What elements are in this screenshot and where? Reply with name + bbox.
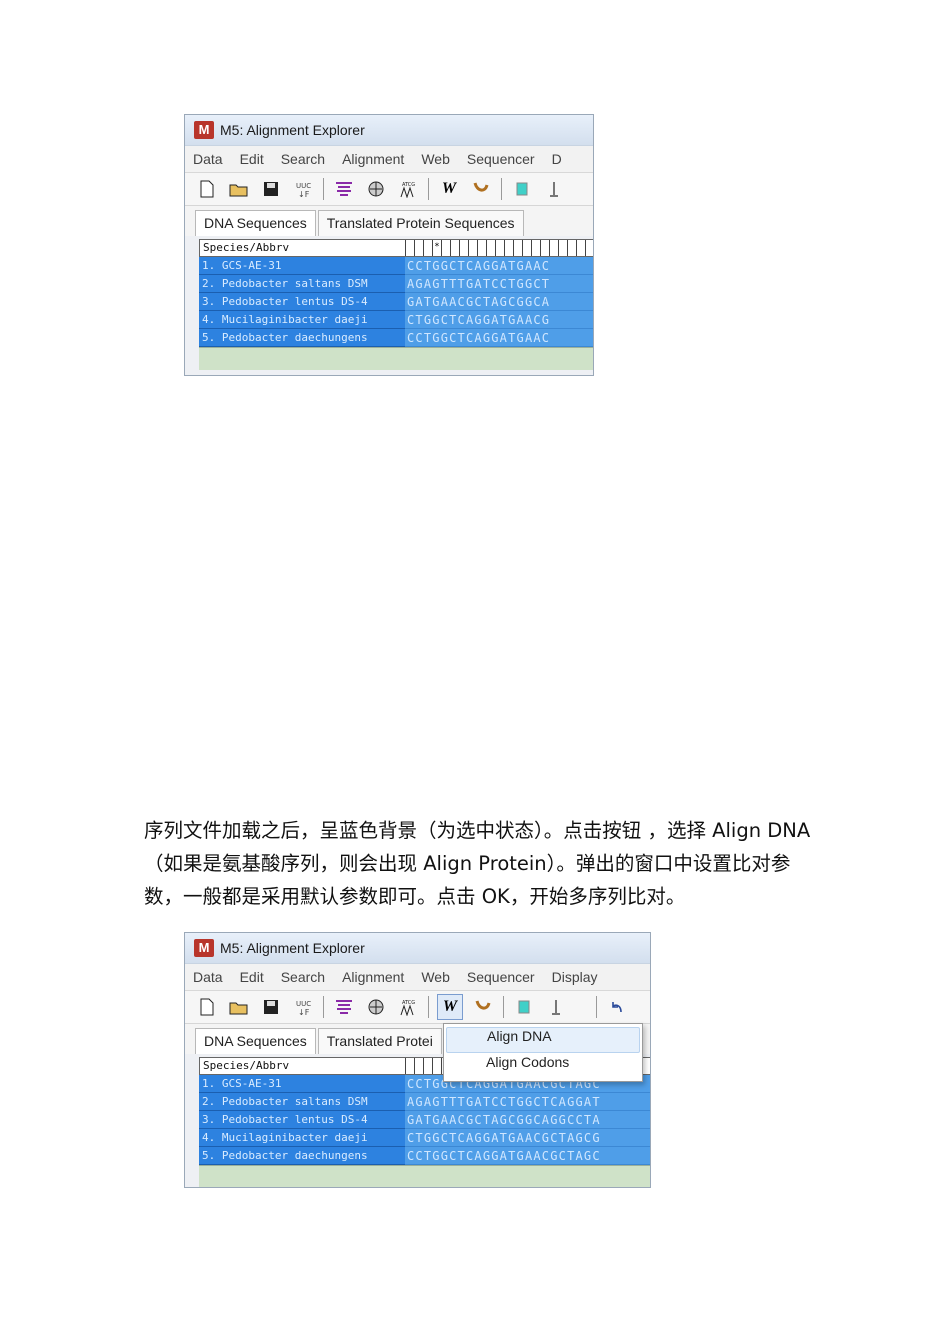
muscle-icon[interactable] bbox=[469, 177, 493, 201]
mega-logo-icon: M bbox=[194, 939, 214, 957]
tab-dna-sequences[interactable]: DNA Sequences bbox=[195, 210, 316, 236]
species-column-header: Species/Abbrv bbox=[200, 1058, 406, 1074]
new-file-icon[interactable] bbox=[195, 177, 219, 201]
alignment-explorer-window-2: M M5: Alignment Explorer Data Edit Searc… bbox=[184, 932, 651, 1188]
sequence-row[interactable]: 2. Pedobacter saltans DSM AGAGTTTGATCCTGG… bbox=[199, 1093, 650, 1111]
insert-gap-icon[interactable] bbox=[542, 177, 566, 201]
tab-translated-protein[interactable]: Translated Protein Sequences bbox=[317, 210, 524, 236]
sequence-row[interactable]: 2. Pedobacter saltans DSM AGAGTTTGATCCTGG… bbox=[199, 275, 593, 293]
sequence-row[interactable]: 4. Mucilaginibacter daeji CTGGCTCAGGATGAA… bbox=[199, 311, 593, 329]
menu-sequencer[interactable]: Sequencer bbox=[467, 151, 535, 167]
sequence-row[interactable]: 5. Pedobacter daechungens CCTGGCTCAGGATGA… bbox=[199, 1147, 650, 1165]
menu-data[interactable]: Data bbox=[193, 151, 223, 167]
toolbar: UUC ↓F ATCG W bbox=[185, 173, 593, 206]
sequencer-icon[interactable]: ATCG bbox=[396, 995, 420, 1019]
menu-web[interactable]: Web bbox=[421, 151, 450, 167]
sequence-row[interactable]: 4. Mucilaginibacter daeji CTGGCTCAGGATGAA… bbox=[199, 1129, 650, 1147]
mark-site-icon[interactable] bbox=[512, 995, 536, 1019]
tab-dna-sequences[interactable]: DNA Sequences bbox=[195, 1028, 316, 1054]
grid-footer bbox=[199, 347, 593, 370]
mega-logo-icon: M bbox=[194, 121, 214, 139]
align-dropdown-menu: Align DNA Align Codons bbox=[443, 1023, 643, 1082]
sequence-grid: Species/Abbrv * 1. GCS-AE-31 CCTGGCTCAGGA… bbox=[199, 239, 593, 370]
align-w-icon[interactable]: W bbox=[437, 994, 463, 1020]
sequence-row[interactable]: 5. Pedobacter daechungens CCTGGCTCAGGATGA… bbox=[199, 329, 593, 347]
web-search-icon[interactable] bbox=[364, 995, 388, 1019]
insert-gap-icon[interactable] bbox=[544, 995, 568, 1019]
sequence-row[interactable]: 3. Pedobacter lentus DS-4 GATGAACGCTAGCGG… bbox=[199, 293, 593, 311]
menu-display[interactable]: Display bbox=[552, 969, 598, 985]
svg-text:↓F: ↓F bbox=[298, 1008, 310, 1016]
new-file-icon[interactable] bbox=[195, 995, 219, 1019]
toolbar: UUC ↓F ATCG W bbox=[185, 991, 650, 1024]
menu-web[interactable]: Web bbox=[421, 969, 450, 985]
mark-site-icon[interactable] bbox=[510, 177, 534, 201]
species-column-header: Species/Abbrv bbox=[200, 240, 406, 256]
open-folder-icon[interactable] bbox=[227, 995, 251, 1019]
menu-edit[interactable]: Edit bbox=[240, 969, 264, 985]
grid-footer bbox=[199, 1165, 650, 1187]
align-lines-icon[interactable] bbox=[332, 177, 356, 201]
conserved-marker: * bbox=[433, 240, 442, 256]
translate-icon[interactable]: UUC ↓F bbox=[291, 177, 315, 201]
title-bar: M M5: Alignment Explorer bbox=[185, 115, 593, 146]
menu-alignment[interactable]: Alignment bbox=[342, 151, 404, 167]
tab-translated-protein[interactable]: Translated Protei bbox=[317, 1028, 442, 1054]
muscle-icon[interactable] bbox=[471, 995, 495, 1019]
alignment-explorer-window-1: M M5: Alignment Explorer Data Edit Searc… bbox=[184, 114, 594, 376]
save-icon[interactable] bbox=[259, 995, 283, 1019]
menu-bar: Data Edit Search Alignment Web Sequencer… bbox=[185, 964, 650, 991]
menu-edit[interactable]: Edit bbox=[240, 151, 264, 167]
menu-align-dna[interactable]: Align DNA bbox=[446, 1027, 640, 1053]
sequence-row[interactable]: 1. GCS-AE-31 CCTGGCTCAGGATGAAC bbox=[199, 257, 593, 275]
menu-sequencer[interactable]: Sequencer bbox=[467, 969, 535, 985]
instruction-paragraph: 序列文件加载之后，呈蓝色背景（为选中状态）。点击按钮 ，选择 Align DNA… bbox=[144, 819, 811, 908]
svg-text:UUC: UUC bbox=[296, 182, 311, 190]
window-title: M5: Alignment Explorer bbox=[220, 122, 365, 138]
svg-text:UUC: UUC bbox=[296, 1000, 311, 1008]
menu-bar: Data Edit Search Alignment Web Sequencer… bbox=[185, 146, 593, 173]
menu-data[interactable]: Data bbox=[193, 969, 223, 985]
menu-alignment[interactable]: Alignment bbox=[342, 969, 404, 985]
grid-header: Species/Abbrv * bbox=[199, 239, 593, 257]
tab-bar: DNA Sequences Translated Protein Sequenc… bbox=[185, 206, 593, 236]
translate-icon[interactable]: UUC ↓F bbox=[291, 995, 315, 1019]
sequencer-icon[interactable]: ATCG bbox=[396, 177, 420, 201]
menu-align-codons[interactable]: Align Codons bbox=[446, 1054, 640, 1078]
align-lines-icon[interactable] bbox=[332, 995, 356, 1019]
web-search-icon[interactable] bbox=[364, 177, 388, 201]
sequence-row[interactable]: 3. Pedobacter lentus DS-4 GATGAACGCTAGCGG… bbox=[199, 1111, 650, 1129]
menu-display[interactable]: D bbox=[552, 151, 562, 167]
menu-search[interactable]: Search bbox=[281, 969, 325, 985]
svg-text:↓F: ↓F bbox=[298, 190, 310, 198]
menu-search[interactable]: Search bbox=[281, 151, 325, 167]
align-w-icon[interactable]: W bbox=[437, 177, 461, 201]
open-folder-icon[interactable] bbox=[227, 177, 251, 201]
title-bar: M M5: Alignment Explorer bbox=[185, 933, 650, 964]
undo-icon[interactable] bbox=[605, 995, 629, 1019]
window-title: M5: Alignment Explorer bbox=[220, 940, 365, 956]
save-icon[interactable] bbox=[259, 177, 283, 201]
